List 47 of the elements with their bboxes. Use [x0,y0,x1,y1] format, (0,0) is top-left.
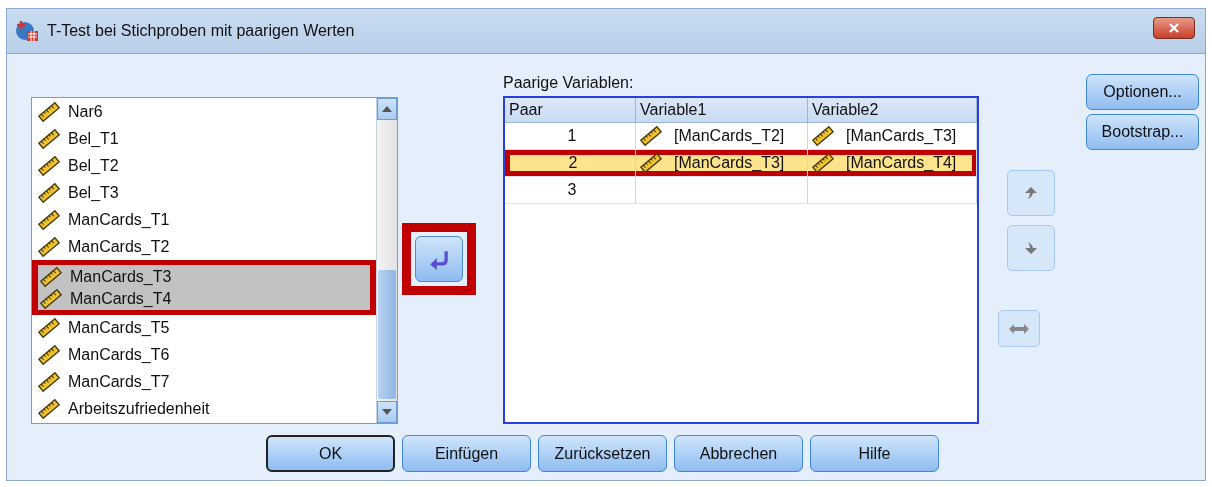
dialog-button[interactable]: OK [266,435,395,472]
down-arrow-icon [1023,240,1039,256]
variable-name: [ManCards_T3] [846,127,957,145]
transfer-button[interactable] [415,236,463,282]
column-header[interactable]: Variable1 [636,98,808,123]
variable-item[interactable]: Nar6 [32,98,376,126]
scroll-down-icon[interactable] [382,409,392,415]
variable-name: [ManCards_T4] [846,154,957,172]
variable-item[interactable]: ManCards_T3 [32,260,376,288]
dialog-button[interactable]: Einfügen [402,435,531,472]
dialog-button[interactable]: Optionen... [1086,74,1199,110]
double-arrow-icon [1009,322,1029,335]
variable-item[interactable]: ManCards_T7 [32,368,376,396]
dialog-button[interactable]: Bootstrap... [1086,114,1199,150]
variable-item[interactable]: ManCards_T5 [32,314,376,342]
pair-number: 2 [568,154,578,172]
variable-item[interactable]: ManCards_T4 [32,287,376,315]
variable-item[interactable]: ManCards_T6 [32,341,376,369]
variable-item[interactable]: Bel_T1 [32,125,376,153]
dialog-button[interactable]: Hilfe [810,435,939,472]
variable-item[interactable]: Arbeitszufriedenheit [32,395,376,423]
transfer-arrow-icon [428,248,450,270]
variable-name: [ManCards_T2] [674,127,785,145]
pair-number: 3 [567,181,577,199]
table-label: Paarige Variablen: [503,74,635,93]
scrollbar[interactable] [376,98,397,423]
app-icon [15,19,39,43]
window-title: T-Test bei Stichproben mit paarigen Werten [47,22,356,40]
ruler-icon [40,287,62,310]
swap-button[interactable] [998,310,1040,347]
table-row[interactable]: 3 [505,177,977,204]
variable-item[interactable]: ManCards_T2 [32,233,376,261]
column-header[interactable]: Variable2 [808,98,977,123]
up-arrow-icon [1023,185,1039,201]
scroll-up-icon[interactable] [382,106,392,112]
close-icon [1168,22,1180,34]
ruler-icon [40,265,62,288]
variable-item[interactable]: Bel_T3 [32,179,376,207]
dialog-button[interactable]: Abbrechen [674,435,803,472]
variable-name: [ManCards_T3] [674,154,785,172]
close-button[interactable] [1153,17,1195,39]
dialog-button[interactable]: Zurücksetzen [538,435,667,472]
variable-item[interactable]: Bel_T2 [32,152,376,180]
variable-item[interactable]: ManCards_T1 [32,206,376,234]
table-row[interactable]: 2 [ManCards_T3] [ManCards_T4] [505,150,977,177]
pair-number: 1 [567,127,577,145]
column-header[interactable]: Paar [505,98,636,123]
